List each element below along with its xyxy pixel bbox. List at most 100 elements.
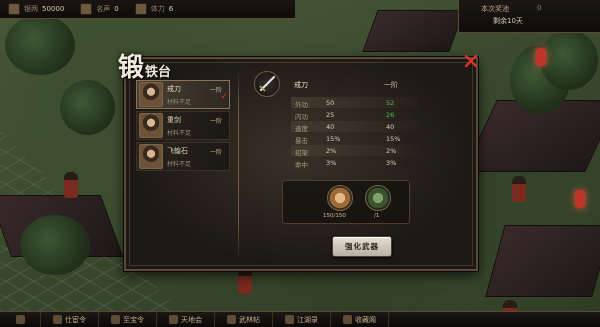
sword-glyph [259, 75, 276, 92]
stat-next: 3% [386, 159, 397, 167]
title-sub: 铁台 [145, 65, 172, 80]
ore-icon[interactable] [327, 185, 353, 211]
bottom-item-label: 江湖录 [297, 315, 318, 324]
selected-weapon-name: 戒刀 [294, 81, 308, 89]
npc-character[interactable] [238, 268, 252, 294]
weapon-level: 一阶 [209, 118, 222, 125]
weapon-item-text: 飞蝗石 材料不足 [167, 146, 191, 168]
stamina-stat: 体力 6 [127, 0, 181, 18]
stat-row: 暴击 15% 15% [291, 133, 419, 145]
book-icon [285, 315, 294, 324]
close-icon [464, 54, 478, 68]
stat-row: 命中 3% 3% [291, 157, 419, 169]
top-right-info: 本次奖池 0 剩余10天 [458, 0, 600, 33]
stat-next: 15% [386, 135, 401, 143]
stat-label: 命中 [295, 161, 308, 169]
weapon-item-jiedao[interactable]: 戒刀 材料不足 一阶 ✓ [136, 80, 230, 109]
stat-next: 40 [386, 123, 395, 131]
treasure-icon [111, 315, 120, 324]
weapon-status: 材料不足 [167, 129, 192, 137]
stamina-icon [134, 3, 147, 15]
money-stat: 银两 50000 [0, 0, 72, 18]
prize-pool-label: 本次奖池 [481, 5, 509, 13]
building-roof [485, 225, 600, 297]
materials-box: 150/150 /1 [282, 180, 410, 224]
red-lantern [575, 190, 585, 208]
days-remaining: 剩余10天 [493, 17, 523, 25]
npc-character[interactable] [64, 172, 78, 198]
tree [20, 215, 90, 275]
tree [540, 30, 598, 90]
sword-icon [254, 71, 280, 97]
stat-label: 外功 [295, 101, 308, 109]
forge-panel: 锻 铁台 戒刀 材料不足 一阶 ✓ 重剑 材料不足 一阶 飞蝗石 材料不足 一阶… [118, 53, 478, 271]
money-value: 50000 [42, 5, 65, 13]
menu-icon [15, 315, 25, 324]
weapon-status: 材料不足 [167, 98, 192, 106]
fame-value: 0 [114, 5, 119, 13]
panel-title: 锻 铁台 [118, 47, 171, 84]
bottom-item-wulintie[interactable]: 武林帖 [215, 312, 273, 327]
collection-icon [343, 315, 352, 324]
weapon-level: 一阶 [209, 149, 222, 156]
bottom-menu-toggle[interactable] [0, 312, 41, 327]
weapon-name: 重剑 [167, 115, 181, 124]
bottom-item-label: 武林帖 [239, 315, 260, 324]
herb-icon[interactable] [365, 185, 391, 211]
stat-table: 外功 50 52 内功 25 26 速度 40 40 暴击 15% 15% 招架… [291, 97, 419, 169]
bottom-item-label: 至宝令 [123, 315, 144, 324]
weapon-status: 材料不足 [167, 160, 192, 168]
weapon-portrait [139, 113, 163, 138]
bottom-item-tiandihui[interactable]: 天地会 [157, 312, 215, 327]
weapon-name: 飞蝗石 [167, 146, 188, 155]
stat-row: 外功 50 52 [291, 97, 419, 109]
npc-character[interactable] [512, 176, 526, 202]
forge-weapon-button[interactable]: 强化武器 [332, 236, 392, 257]
bottom-item-shihuanling[interactable]: 仕宦令 [41, 312, 99, 327]
letter-icon [227, 315, 236, 324]
stat-row: 速度 40 40 [291, 121, 419, 133]
stat-current: 40 [326, 123, 335, 131]
top-status-bar: 银两 50000 名声 0 体力 6 [0, 0, 295, 19]
material-count: /1 [374, 213, 380, 219]
stamina-label: 体力 [150, 5, 165, 13]
tree [5, 15, 75, 75]
stat-row: 内功 25 26 [291, 109, 419, 121]
bottom-item-zhibaoling[interactable]: 至宝令 [99, 312, 157, 327]
weapon-item-text: 重剑 材料不足 [167, 115, 191, 137]
stat-next: 26 [386, 111, 395, 119]
token-icon [53, 315, 62, 324]
bottom-item-label: 天地会 [181, 315, 202, 324]
stamina-value: 6 [168, 5, 174, 13]
building-roof [362, 10, 465, 52]
close-button[interactable] [464, 53, 478, 68]
stat-next: 2% [386, 147, 397, 155]
fame-label: 名声 [96, 5, 111, 13]
stat-current: 2% [326, 147, 337, 155]
weapon-item-zhongjian[interactable]: 重剑 材料不足 一阶 [136, 111, 230, 140]
money-label: 银两 [24, 5, 38, 13]
title-main-char: 锻 [118, 53, 145, 83]
bottom-item-shoucangge[interactable]: 收藏阁 [331, 312, 389, 327]
stat-label: 招架 [295, 149, 308, 157]
red-lantern [536, 48, 546, 66]
stat-label: 内功 [295, 113, 308, 121]
bottom-item-label: 仕宦令 [65, 315, 86, 324]
weapon-item-feihuangshi[interactable]: 飞蝗石 材料不足 一阶 [136, 142, 230, 171]
bottom-item-label: 收藏阁 [355, 315, 376, 324]
money-icon [8, 3, 20, 15]
society-icon [169, 315, 178, 324]
bottom-item-jianghulu[interactable]: 江湖录 [273, 312, 331, 327]
tree [60, 80, 115, 135]
stat-next: 52 [386, 99, 395, 107]
weapon-item-text: 戒刀 材料不足 [167, 84, 191, 106]
bottom-menu-bar: 仕宦令 至宝令 天地会 武林帖 江湖录 收藏阁 [0, 311, 600, 327]
panel-divider [238, 69, 239, 259]
prize-pool-value: 0 [537, 4, 542, 12]
stat-label: 暴击 [295, 137, 308, 145]
material-count: 150/150 [323, 213, 346, 219]
weapon-list: 戒刀 材料不足 一阶 ✓ 重剑 材料不足 一阶 飞蝗石 材料不足 一阶 [136, 80, 230, 173]
weapon-portrait [139, 144, 163, 169]
stat-current: 15% [326, 135, 341, 143]
stat-current: 3% [326, 159, 337, 167]
